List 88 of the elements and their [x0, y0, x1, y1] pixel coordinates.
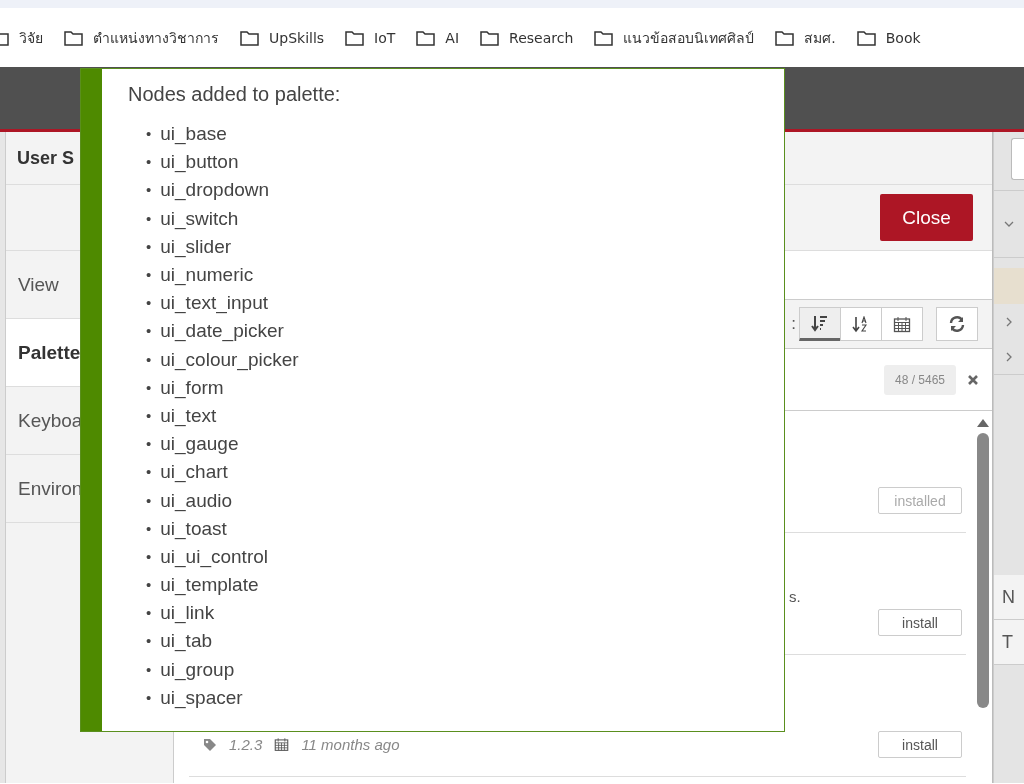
bookmark[interactable]: สมศ. — [775, 26, 836, 49]
row-label: N — [1002, 586, 1015, 608]
chevron-down-icon[interactable] — [1004, 220, 1014, 228]
folder-icon — [594, 28, 614, 47]
node-name: ui_chart — [160, 460, 228, 485]
folder-icon — [416, 28, 436, 47]
node-name: ui_slider — [160, 234, 232, 259]
bullet: • — [146, 265, 152, 286]
bullet: • — [146, 490, 152, 511]
result-count: 48 / 5465 — [883, 364, 956, 395]
calendar-icon — [274, 737, 290, 752]
install-button[interactable]: install — [878, 609, 962, 636]
sort-alpha-icon — [852, 315, 870, 333]
close-button[interactable]: Close — [880, 194, 973, 241]
bullet: • — [146, 236, 152, 257]
node-name: ui_button — [160, 150, 239, 175]
bullet: • — [146, 687, 152, 708]
node-name: ui_tab — [160, 629, 213, 654]
bullet: • — [146, 349, 152, 370]
bullet: • — [146, 603, 152, 624]
refresh-button[interactable] — [936, 307, 978, 341]
node-name: ui_text — [160, 403, 217, 428]
bookmark[interactable]: วิจัย — [0, 26, 43, 49]
sort-label: : — [791, 314, 796, 334]
calendar-icon — [893, 315, 911, 333]
bookmark[interactable]: ตำแหน่งทางวิชาการ — [64, 26, 219, 49]
tag-icon — [203, 737, 217, 752]
node-name: ui_audio — [160, 488, 233, 513]
scrollbar-thumb[interactable] — [977, 433, 989, 708]
folder-icon — [775, 28, 795, 47]
bookmark[interactable]: UpSkills — [240, 28, 325, 47]
node-name: ui_colour_picker — [160, 347, 299, 372]
bullet: • — [146, 518, 152, 539]
folder-icon — [345, 28, 365, 47]
node-name: ui_date_picker — [160, 319, 284, 344]
notification-title: Nodes added to palette: — [128, 83, 342, 106]
bookmark[interactable]: Research — [480, 28, 574, 47]
folder-icon — [856, 28, 876, 47]
node-name: ui_numeric — [160, 263, 254, 288]
refresh-icon — [948, 315, 966, 333]
node-name: ui_spacer — [160, 685, 243, 710]
chevron-right-icon[interactable] — [1005, 316, 1013, 327]
bullet: • — [146, 659, 152, 680]
folder-icon — [64, 28, 83, 47]
bullet: • — [146, 180, 152, 201]
scroll-up-icon[interactable] — [977, 418, 989, 427]
sort-button[interactable] — [881, 307, 923, 341]
row-label: T — [1002, 631, 1013, 653]
sort-button[interactable] — [799, 307, 841, 341]
node-name: ui_template — [160, 573, 259, 598]
node-name: ui_form — [160, 375, 224, 400]
folder-icon — [240, 28, 259, 47]
sort-icon — [811, 314, 829, 332]
node-name: ui_group — [160, 657, 235, 682]
description-text: s. — [789, 588, 801, 605]
bullet: • — [146, 208, 152, 229]
node-name: ui_base — [160, 122, 227, 147]
node-name: ui_toast — [160, 516, 227, 541]
version-text: 1.2.3 — [229, 736, 263, 753]
bullet: • — [146, 546, 152, 567]
bullet: • — [146, 631, 152, 652]
updated-text: 11 months ago — [301, 736, 400, 753]
node-name: ui_gauge — [160, 432, 239, 457]
install-button[interactable]: install — [878, 731, 962, 758]
bullet: • — [146, 405, 152, 426]
node-name: ui_ui_control — [160, 544, 268, 569]
bullet: • — [146, 293, 152, 314]
bullet: • — [146, 575, 152, 596]
node-name: ui_text_input — [160, 291, 268, 316]
bullet: • — [146, 124, 152, 145]
node-name: ui_switch — [160, 206, 239, 231]
bookmark[interactable]: แนวข้อสอบนิเทศศิลป์ — [594, 26, 755, 49]
input-field[interactable] — [1011, 138, 1024, 180]
bullet: • — [146, 321, 152, 342]
node-name: ui_link — [160, 601, 215, 626]
chevron-right-icon[interactable] — [1005, 351, 1013, 362]
node-name: ui_dropdown — [160, 178, 270, 203]
bullet: • — [146, 462, 152, 483]
bullet: • — [146, 152, 152, 173]
bookmark[interactable]: IoT — [345, 28, 396, 47]
bookmark[interactable]: AI — [416, 28, 460, 47]
dialog-title: User S — [17, 147, 75, 169]
folder-icon — [480, 28, 500, 47]
clear-icon[interactable] — [968, 374, 978, 385]
bookmark[interactable]: Book — [856, 28, 921, 47]
bullet: • — [146, 377, 152, 398]
bullet: • — [146, 434, 152, 455]
sort-button[interactable] — [840, 307, 882, 341]
